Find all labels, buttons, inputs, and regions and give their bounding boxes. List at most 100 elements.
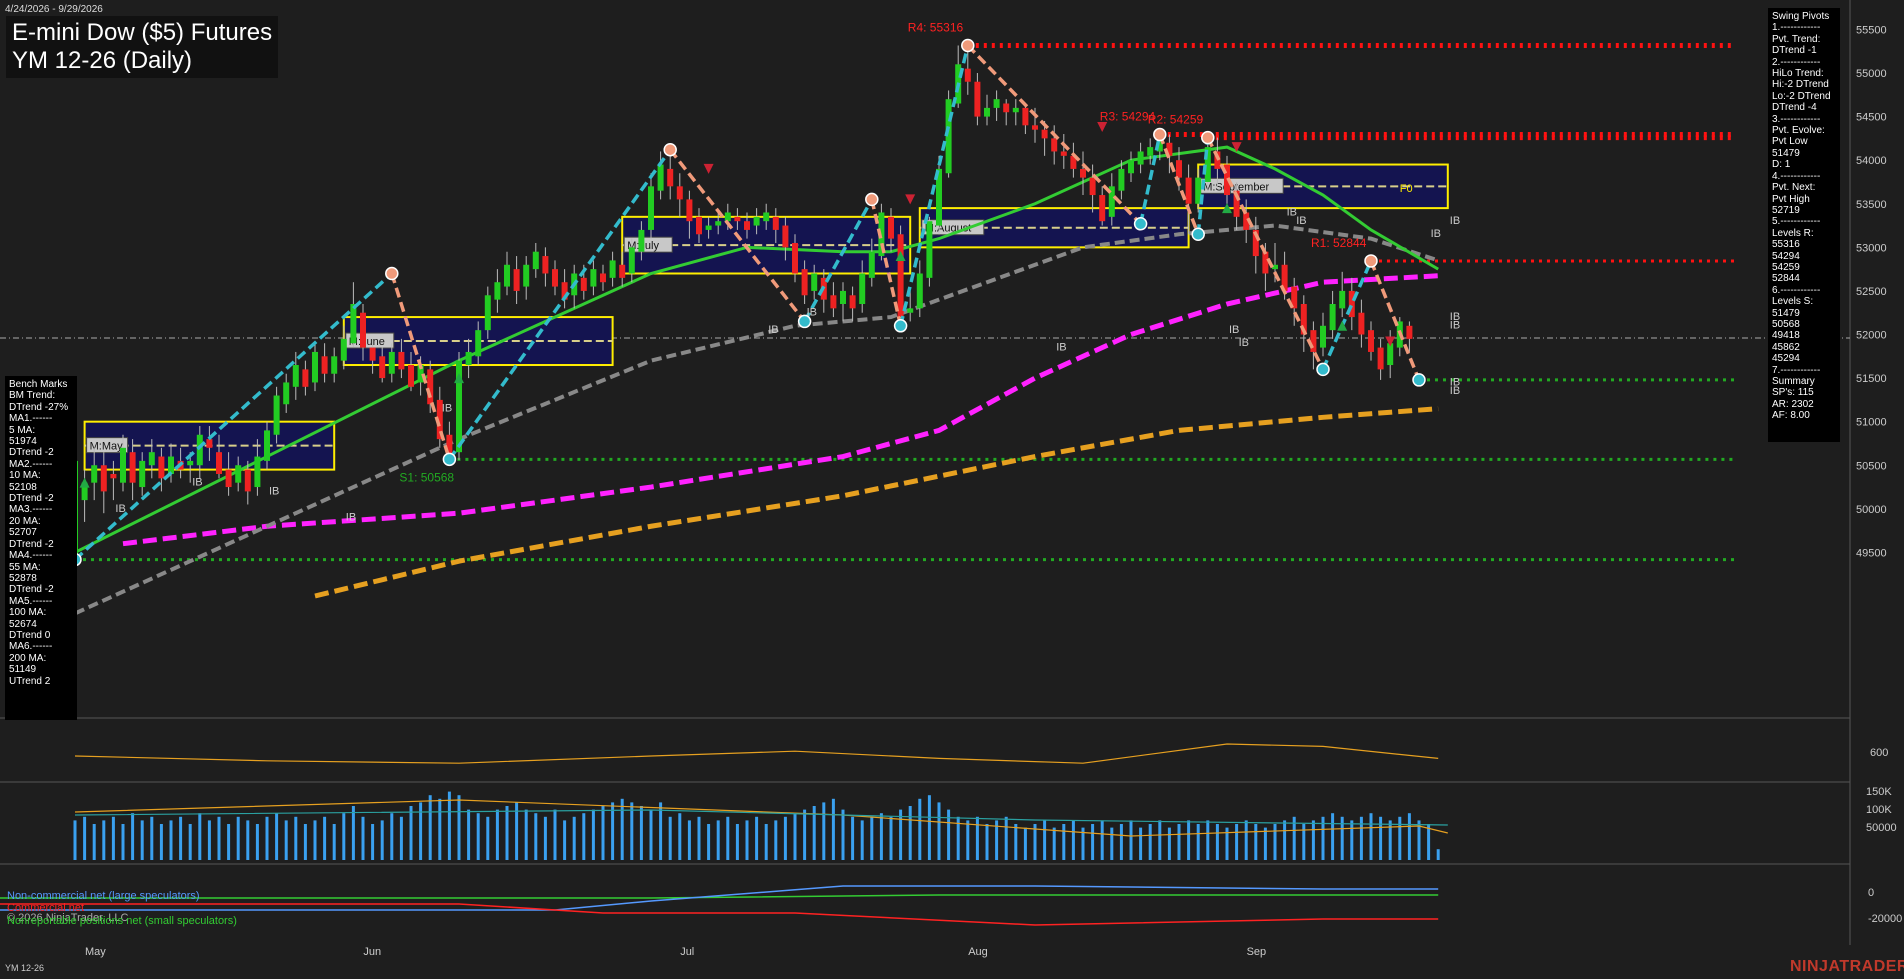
volume-bar — [1244, 820, 1248, 860]
candle-body — [638, 229, 645, 252]
inside-bar-label: IB — [1450, 320, 1460, 332]
volume-bar — [822, 802, 826, 860]
candle-body — [686, 199, 693, 222]
candle-body — [1377, 347, 1384, 370]
bench-marks-line: MA3.------ — [9, 504, 53, 516]
volume-bar — [284, 820, 288, 860]
bench-marks-line: DTrend -2 — [9, 493, 54, 505]
volume-bar — [227, 824, 231, 860]
volume-bar — [1407, 813, 1411, 860]
candle-body — [590, 269, 597, 287]
volume-bar — [1311, 820, 1315, 860]
swing-pivots-line: 54294 — [1772, 250, 1800, 262]
bench-marks-line: UTrend 2 — [9, 675, 51, 687]
value-area-tag: M:September — [1199, 177, 1284, 194]
candle-body — [609, 260, 616, 278]
y-tick-label: 51500 — [1856, 373, 1887, 385]
candle-body — [1012, 107, 1019, 113]
inside-bar-label: IB — [269, 485, 279, 497]
swing-pivot-marker — [1412, 373, 1426, 387]
volume-bar — [918, 798, 922, 860]
candle-body — [648, 186, 654, 230]
volume-bar — [985, 824, 989, 860]
instrument-name: E-mini Dow ($5) Futures — [12, 19, 273, 46]
swing-pivots-line: 45294 — [1772, 353, 1800, 365]
swing-pivots-line: 52844 — [1772, 273, 1800, 285]
inside-bar-label: IB — [115, 503, 125, 515]
bench-marks-line: DTrend 0 — [9, 629, 51, 641]
trend-down-arrow — [703, 163, 714, 174]
volume-bar — [476, 813, 480, 860]
volume-bar — [1062, 824, 1066, 860]
inside-bar-label: IB — [1239, 337, 1249, 349]
volume-bar — [774, 820, 778, 860]
volume-bar — [870, 816, 874, 860]
y-tick-label: 53000 — [1856, 242, 1887, 254]
volume-bar — [361, 816, 365, 860]
bench-marks-line: 200 MA: — [9, 652, 47, 664]
candle-body — [216, 452, 222, 474]
volume-bar — [419, 802, 423, 860]
swing-pivots-line: DTrend -4 — [1772, 102, 1817, 114]
volume-bar — [1167, 827, 1171, 860]
candle-body — [120, 447, 126, 483]
candle-body — [888, 216, 894, 239]
volume-bar — [371, 824, 375, 860]
volume-bar — [687, 820, 691, 860]
candle-body — [1041, 129, 1048, 139]
ninjatrader-logo: NINJATRADER — [1790, 958, 1904, 975]
candle-body — [273, 395, 280, 435]
volume-bar — [342, 813, 346, 860]
candle-body — [1099, 195, 1106, 222]
candle-body — [1128, 160, 1134, 174]
volume-bar — [927, 795, 931, 860]
candle-body — [379, 356, 386, 379]
bench-marks-line: 100 MA: — [9, 607, 47, 619]
candle-body — [1089, 177, 1096, 196]
candle-body — [129, 452, 136, 483]
candle-body — [830, 295, 837, 309]
y-tick-label: 54500 — [1856, 112, 1887, 124]
volume-bar — [1350, 820, 1354, 860]
candle-body — [792, 242, 798, 274]
volume-bar — [1427, 824, 1431, 860]
y-tick-label: 53500 — [1856, 199, 1887, 211]
volume-bar — [111, 816, 115, 860]
volume-bar — [246, 820, 250, 860]
candle-body — [408, 365, 414, 387]
candle-body — [168, 456, 174, 474]
volume-bar — [1043, 820, 1047, 860]
volume-bar — [899, 809, 903, 860]
candle-body — [244, 469, 251, 492]
bench-marks-line: MA2.------ — [9, 458, 53, 470]
cot-tick: 0 — [1868, 887, 1874, 899]
volume-bar — [745, 820, 749, 860]
swing-pivot-marker — [385, 266, 399, 281]
volume-bar — [236, 816, 240, 860]
volume-bar — [380, 820, 384, 860]
candle-body — [916, 273, 923, 309]
candle-body — [1118, 168, 1125, 191]
candle-body — [254, 456, 261, 488]
legend-nonreportable: Nonreportable positions net (small specu… — [7, 915, 237, 927]
candle-body — [494, 282, 501, 300]
volume-tick: 100K — [1866, 804, 1892, 816]
volume-bar — [486, 816, 490, 860]
swing-pivots-line: AR: 2302 — [1772, 398, 1814, 410]
chart-title: E-mini Dow ($5) Futures YM 12-26 (Daily) — [6, 16, 279, 78]
volume-bar — [303, 824, 307, 860]
swing-pivot-marker — [1316, 362, 1330, 377]
volume-bar — [1177, 824, 1181, 860]
swing-pivots-line: 55316 — [1772, 239, 1800, 251]
candle-body — [974, 81, 981, 117]
y-tick-label: 50000 — [1856, 504, 1887, 516]
candle-body — [427, 369, 434, 405]
inside-bar-label: IB — [1229, 324, 1239, 336]
volume-bar — [140, 820, 144, 860]
volume-bar — [659, 802, 663, 860]
volume-bar — [611, 802, 615, 860]
candle-body — [753, 216, 760, 226]
swing-pivots-line: 49418 — [1772, 330, 1800, 342]
candle-body — [667, 168, 674, 187]
swing-line — [966, 44, 1142, 226]
